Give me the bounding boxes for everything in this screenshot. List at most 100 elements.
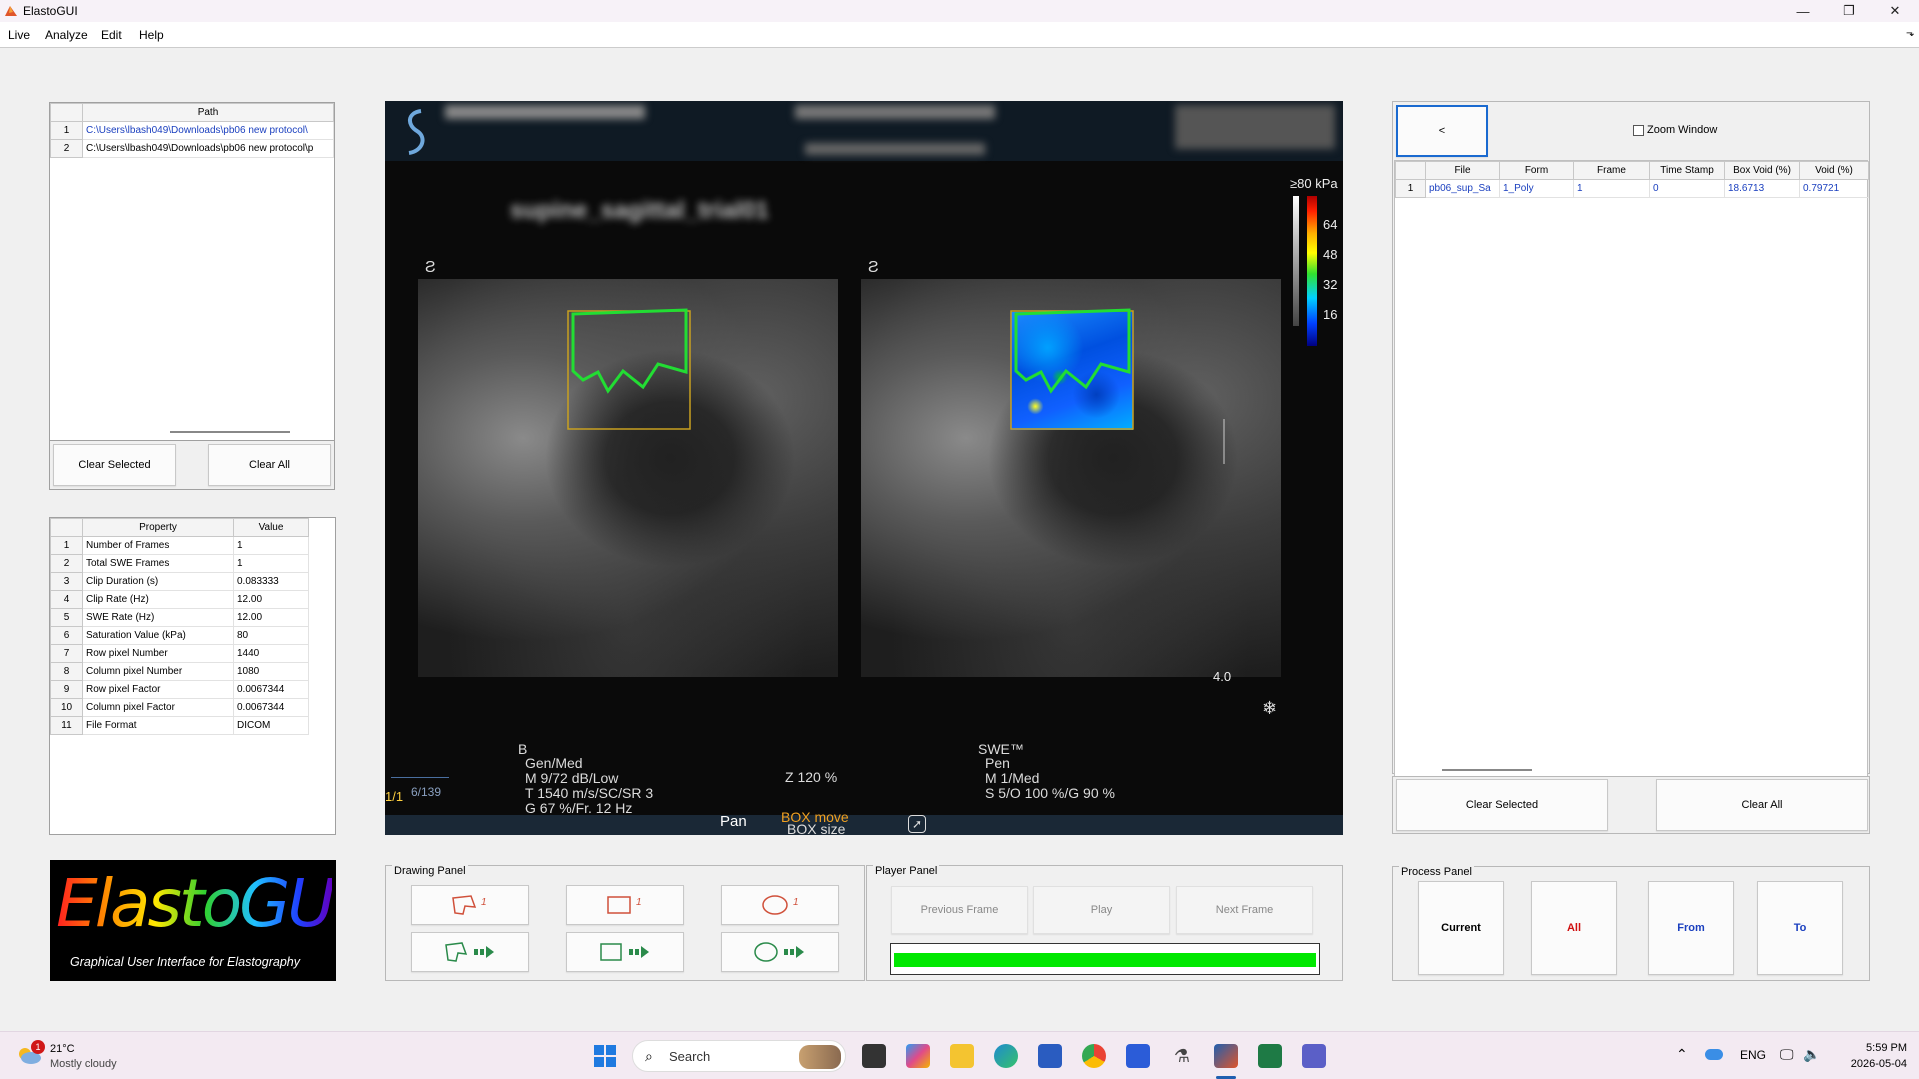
word-icon[interactable]: [1126, 1044, 1150, 1068]
path-clear-selected-button[interactable]: Clear Selected: [53, 444, 176, 486]
taskbar-search[interactable]: ⌕ Search: [632, 1040, 846, 1072]
process-current-button[interactable]: Current: [1418, 881, 1504, 975]
checkbox-icon[interactable]: [1633, 124, 1644, 136]
property-cell[interactable]: Column pixel Factor: [82, 698, 234, 717]
property-cell[interactable]: Clip Duration (s): [82, 572, 234, 591]
draw-ellipse-single-button[interactable]: 1: [721, 885, 839, 925]
table-row[interactable]: 2 Total SWE Frames 1: [50, 554, 309, 573]
frame-progress-bar[interactable]: [890, 943, 1320, 975]
toolbar-toggle-icon[interactable]: ⬎: [1906, 28, 1914, 39]
table-row[interactable]: 6 Saturation Value (kPa) 80: [50, 626, 309, 645]
property-cell[interactable]: Row pixel Factor: [82, 680, 234, 699]
draw-rectangle-all-button[interactable]: [566, 932, 684, 972]
table-row[interactable]: 8 Column pixel Number 1080: [50, 662, 309, 681]
copilot-icon[interactable]: [906, 1044, 930, 1068]
cell-frame[interactable]: 1: [1573, 179, 1650, 198]
menu-help[interactable]: Help: [139, 28, 164, 42]
table-row[interactable]: 2 C:\Users\lbash049\Downloads\pb06 new pr…: [50, 139, 334, 158]
table-row[interactable]: 1 C:\Users\lbash049\Downloads\pb06 new pr…: [50, 121, 334, 140]
play-button[interactable]: Play: [1033, 886, 1170, 934]
process-to-button[interactable]: To: [1757, 881, 1843, 975]
menu-edit[interactable]: Edit: [101, 28, 122, 42]
matlab-taskbar-icon[interactable]: [1214, 1044, 1238, 1068]
value-cell[interactable]: 1: [233, 554, 309, 573]
chrome-icon[interactable]: [1082, 1044, 1106, 1068]
next-frame-button[interactable]: Next Frame: [1176, 886, 1313, 934]
process-all-button[interactable]: All: [1531, 881, 1617, 975]
collapse-button[interactable]: <: [1396, 105, 1488, 157]
path-cell[interactable]: C:\Users\lbash049\Downloads\pb06 new pro…: [82, 139, 334, 158]
weather-desc[interactable]: Mostly cloudy: [50, 1058, 117, 1070]
results-clear-selected-button[interactable]: Clear Selected: [1396, 779, 1608, 831]
table-row[interactable]: 9 Row pixel Factor 0.0067344: [50, 680, 309, 699]
draw-polygon-all-button[interactable]: [411, 932, 529, 972]
edge-icon[interactable]: [994, 1044, 1018, 1068]
draw-polygon-single-button[interactable]: 1: [411, 885, 529, 925]
value-cell[interactable]: 0.0067344: [233, 698, 309, 717]
restore-button[interactable]: ❐: [1826, 0, 1872, 22]
start-icon[interactable]: [594, 1045, 616, 1067]
property-cell[interactable]: Column pixel Number: [82, 662, 234, 681]
value-cell[interactable]: DICOM: [233, 716, 309, 735]
clock-date[interactable]: 2026-05-04: [1838, 1058, 1907, 1070]
value-cell[interactable]: 12.00: [233, 590, 309, 609]
zoom-window-checkbox[interactable]: Zoom Window: [1633, 124, 1717, 136]
task-view-icon[interactable]: [862, 1044, 886, 1068]
box-size-label[interactable]: BOX size: [787, 821, 845, 835]
value-cell[interactable]: 12.00: [233, 608, 309, 627]
table-row[interactable]: 7 Row pixel Number 1440: [50, 644, 309, 663]
chevron-up-icon[interactable]: ⌃: [1676, 1046, 1688, 1063]
excel-icon[interactable]: [1258, 1044, 1282, 1068]
table-row[interactable]: 10 Column pixel Factor 0.0067344: [50, 698, 309, 717]
teams-icon[interactable]: [1302, 1044, 1326, 1068]
onedrive-icon[interactable]: [1705, 1049, 1723, 1060]
language-indicator[interactable]: ENG: [1740, 1048, 1766, 1062]
results-clear-all-button[interactable]: Clear All: [1656, 779, 1868, 831]
cell-form[interactable]: 1_Poly: [1499, 179, 1574, 198]
table-row[interactable]: 4 Clip Rate (Hz) 12.00: [50, 590, 309, 609]
network-icon[interactable]: 🖵: [1780, 1046, 1794, 1063]
bmode-image[interactable]: [418, 279, 838, 677]
process-from-button[interactable]: From: [1648, 881, 1734, 975]
value-cell[interactable]: 80: [233, 626, 309, 645]
menu-live[interactable]: Live: [8, 28, 30, 42]
previous-frame-button[interactable]: Previous Frame: [891, 886, 1028, 934]
cell-file[interactable]: pb06_sup_Sa: [1425, 179, 1500, 198]
table-row[interactable]: 1 pb06_sup_Sa 1_Poly 1 0 18.6713 0.79721: [1395, 179, 1869, 198]
path-cell[interactable]: C:\Users\lbash049\Downloads\pb06 new pro…: [82, 121, 334, 140]
path-clear-all-button[interactable]: Clear All: [208, 444, 331, 486]
clock-time[interactable]: 5:59 PM: [1857, 1042, 1907, 1054]
cursor-icon[interactable]: ➚: [908, 815, 926, 833]
draw-rectangle-single-button[interactable]: 1: [566, 885, 684, 925]
freeze-icon[interactable]: ❄: [1262, 698, 1277, 719]
property-cell[interactable]: Clip Rate (Hz): [82, 590, 234, 609]
minimize-button[interactable]: —: [1780, 0, 1826, 22]
property-cell[interactable]: Number of Frames: [82, 536, 234, 555]
table-row[interactable]: 11 File Format DICOM: [50, 716, 309, 735]
table-row[interactable]: 1 Number of Frames 1: [50, 536, 309, 555]
cell-void[interactable]: 0.79721: [1799, 179, 1869, 198]
property-cell[interactable]: Total SWE Frames: [82, 554, 234, 573]
value-cell[interactable]: 1080: [233, 662, 309, 681]
property-cell[interactable]: File Format: [82, 716, 234, 735]
store-icon[interactable]: [1038, 1044, 1062, 1068]
swe-image[interactable]: [861, 279, 1281, 677]
horizontal-scrollbar[interactable]: [170, 431, 290, 433]
cell-box-void[interactable]: 18.6713: [1724, 179, 1800, 198]
volume-icon[interactable]: 🔈: [1803, 1046, 1820, 1063]
value-cell[interactable]: 1440: [233, 644, 309, 663]
close-button[interactable]: ✕: [1872, 0, 1918, 22]
cell-time-stamp[interactable]: 0: [1649, 179, 1725, 198]
horizontal-scrollbar[interactable]: [1442, 769, 1532, 771]
value-cell[interactable]: 0.0067344: [233, 680, 309, 699]
property-cell[interactable]: SWE Rate (Hz): [82, 608, 234, 627]
file-explorer-icon[interactable]: [950, 1044, 974, 1068]
value-cell[interactable]: 1: [233, 536, 309, 555]
property-cell[interactable]: Row pixel Number: [82, 644, 234, 663]
pan-label[interactable]: Pan: [720, 813, 747, 830]
property-cell[interactable]: Saturation Value (kPa): [82, 626, 234, 645]
value-cell[interactable]: 0.083333: [233, 572, 309, 591]
menu-analyze[interactable]: Analyze: [45, 28, 88, 42]
ultrasound-viewer[interactable]: supine_sagittal_trial01 Ƨ Ƨ ≥80 kPa 64 4…: [385, 101, 1343, 835]
microscope-icon[interactable]: ⚗: [1170, 1044, 1194, 1068]
